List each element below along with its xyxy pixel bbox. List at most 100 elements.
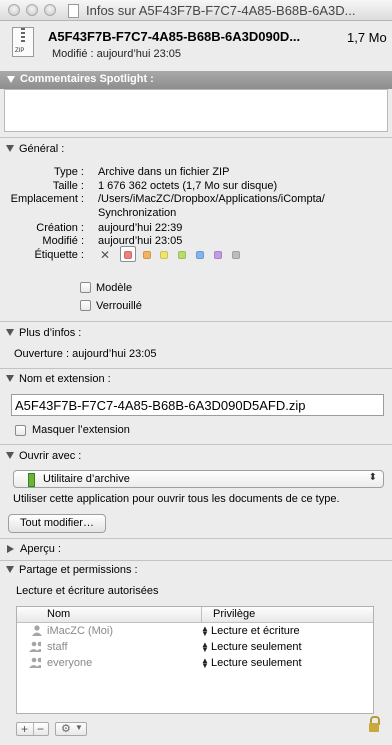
table-row[interactable]: everyone ▲ ▼ Lecture seulement bbox=[17, 655, 373, 671]
document-proxy-icon[interactable] bbox=[68, 4, 79, 18]
permissions-table: Nom Privilège iMacZC (Moi) ▲ ▼ Lecture et… bbox=[16, 606, 374, 714]
divider bbox=[0, 560, 392, 561]
divider bbox=[0, 444, 392, 445]
file-name-field[interactable]: A5F43F7B-F7C7-4A85-B68B-6A3D090D5AFD.zip bbox=[11, 394, 384, 416]
add-user-button[interactable]: + bbox=[21, 722, 28, 736]
zip-icon-label: ZIP bbox=[15, 48, 25, 54]
open-with-app: Utilitaire d’archive bbox=[43, 473, 130, 485]
size-label: Taille : bbox=[52, 180, 84, 192]
sharing-status: Lecture et écriture autorisées bbox=[16, 585, 159, 597]
tag-purple[interactable] bbox=[214, 251, 222, 259]
stationery-label: Modèle bbox=[96, 282, 133, 294]
chevron-down-icon: ▼ bbox=[75, 723, 83, 732]
disclosure-down-icon[interactable] bbox=[6, 566, 14, 573]
privilege-stepper-icon[interactable]: ▲ ▼ bbox=[201, 625, 209, 638]
name-extension-section-header[interactable]: Nom et extension : bbox=[6, 373, 111, 385]
column-name-header[interactable]: Nom bbox=[47, 608, 70, 620]
zip-file-icon: ZIP bbox=[12, 27, 34, 57]
archive-utility-icon bbox=[28, 473, 35, 487]
privilege-stepper-icon[interactable]: ▲ ▼ bbox=[201, 657, 209, 670]
table-header bbox=[17, 607, 373, 623]
spotlight-comments-field[interactable] bbox=[4, 89, 388, 132]
remove-user-button[interactable]: − bbox=[37, 722, 44, 736]
spotlight-section-header[interactable]: Commentaires Spotlight : bbox=[0, 71, 392, 89]
popup-arrows-icon: ⬍ bbox=[368, 472, 377, 483]
disclosure-down-icon[interactable] bbox=[6, 375, 14, 382]
disclosure-right-icon[interactable] bbox=[7, 545, 14, 553]
hide-extension-label: Masquer l’extension bbox=[32, 424, 130, 436]
tag-blue[interactable] bbox=[196, 251, 204, 259]
row-privilege[interactable]: Lecture seulement bbox=[211, 657, 302, 669]
table-row[interactable]: staff ▲ ▼ Lecture seulement bbox=[17, 639, 373, 655]
disclosure-down-icon[interactable] bbox=[6, 145, 14, 152]
row-name: iMacZC (Moi) bbox=[47, 625, 113, 637]
window-title: Infos sur A5F43F7B-F7C7-4A85-B68B-6A3D..… bbox=[86, 3, 356, 18]
tag-orange[interactable] bbox=[143, 251, 151, 259]
gear-icon: ⚙ bbox=[61, 723, 71, 735]
preview-section-header[interactable]: Aperçu : bbox=[6, 543, 61, 555]
divider bbox=[0, 137, 392, 138]
divider bbox=[0, 321, 392, 322]
minimize-button[interactable] bbox=[26, 4, 38, 16]
location-label: Emplacement : bbox=[10, 193, 84, 205]
tag-red[interactable] bbox=[124, 251, 132, 259]
name-extension-label: Nom et extension : bbox=[19, 373, 111, 385]
last-opened: Ouverture : aujourd’hui 23:05 bbox=[14, 348, 157, 360]
disclosure-down-icon[interactable] bbox=[6, 329, 14, 336]
change-all-button[interactable]: Tout modifier… bbox=[8, 514, 106, 533]
file-modified: Modifié : aujourd’hui 23:05 bbox=[52, 48, 182, 60]
lock-icon[interactable] bbox=[369, 723, 379, 732]
modified-value: aujourd’hui 23:05 bbox=[98, 235, 183, 247]
type-label: Type : bbox=[54, 166, 84, 178]
group-icon bbox=[29, 657, 41, 668]
more-info-label: Plus d’infos : bbox=[19, 327, 82, 339]
location-value-cont: Synchronization bbox=[98, 207, 177, 219]
row-name: everyone bbox=[47, 657, 93, 669]
zoom-button[interactable] bbox=[44, 4, 56, 16]
tag-none-icon[interactable]: ✕ bbox=[100, 248, 110, 262]
size-value: 1 676 362 octets (1,7 Mo sur disque) bbox=[98, 180, 278, 192]
general-label: Général : bbox=[19, 143, 65, 155]
created-label: Création : bbox=[36, 222, 84, 234]
sharing-section-header[interactable]: Partage et permissions : bbox=[6, 564, 138, 576]
tag-green[interactable] bbox=[178, 251, 186, 259]
disclosure-down-icon[interactable] bbox=[6, 452, 14, 459]
add-remove-control: + − bbox=[16, 722, 49, 736]
group-icon bbox=[29, 641, 41, 652]
row-privilege[interactable]: Lecture et écriture bbox=[211, 625, 300, 637]
user-icon bbox=[32, 625, 42, 636]
stationery-checkbox[interactable] bbox=[80, 282, 91, 293]
open-with-popup[interactable]: Utilitaire d’archive ⬍ bbox=[13, 470, 384, 488]
created-value: aujourd’hui 22:39 bbox=[98, 222, 183, 234]
location-value: /Users/iMacZC/Dropbox/Applications/iComp… bbox=[98, 193, 325, 205]
file-size: 1,7 Mo bbox=[347, 30, 387, 45]
preview-label: Aperçu : bbox=[20, 543, 61, 555]
tag-label: Étiquette : bbox=[34, 249, 84, 261]
type-value: Archive dans un fichier ZIP bbox=[98, 166, 230, 178]
spotlight-label: Commentaires Spotlight : bbox=[20, 73, 154, 85]
divider bbox=[0, 538, 392, 539]
divider bbox=[33, 723, 34, 735]
open-with-description: Utiliser cette application pour ouvrir t… bbox=[13, 493, 340, 505]
column-privilege-header[interactable]: Privilège bbox=[213, 608, 255, 620]
hide-extension-checkbox[interactable] bbox=[15, 425, 26, 436]
open-with-section-header[interactable]: Ouvrir avec : bbox=[6, 450, 81, 462]
table-row[interactable]: iMacZC (Moi) ▲ ▼ Lecture et écriture bbox=[17, 623, 373, 639]
more-info-section-header[interactable]: Plus d’infos : bbox=[6, 327, 81, 339]
sharing-label: Partage et permissions : bbox=[19, 564, 138, 576]
divider bbox=[0, 368, 392, 369]
tag-yellow[interactable] bbox=[160, 251, 168, 259]
locked-checkbox[interactable] bbox=[80, 300, 91, 311]
row-privilege[interactable]: Lecture seulement bbox=[211, 641, 302, 653]
tag-gray[interactable] bbox=[232, 251, 240, 259]
row-name: staff bbox=[47, 641, 68, 653]
disclosure-down-icon[interactable] bbox=[7, 76, 15, 83]
file-name: A5F43F7B-F7C7-4A85-B68B-6A3D090D... bbox=[48, 29, 301, 44]
column-separator bbox=[201, 607, 202, 622]
general-section-header[interactable]: Général : bbox=[6, 143, 64, 155]
privilege-stepper-icon[interactable]: ▲ ▼ bbox=[201, 641, 209, 654]
close-button[interactable] bbox=[8, 4, 20, 16]
open-with-label: Ouvrir avec : bbox=[19, 450, 82, 462]
action-menu-button[interactable]: ⚙ ▼ bbox=[55, 722, 87, 736]
locked-label: Verrouillé bbox=[96, 300, 142, 312]
